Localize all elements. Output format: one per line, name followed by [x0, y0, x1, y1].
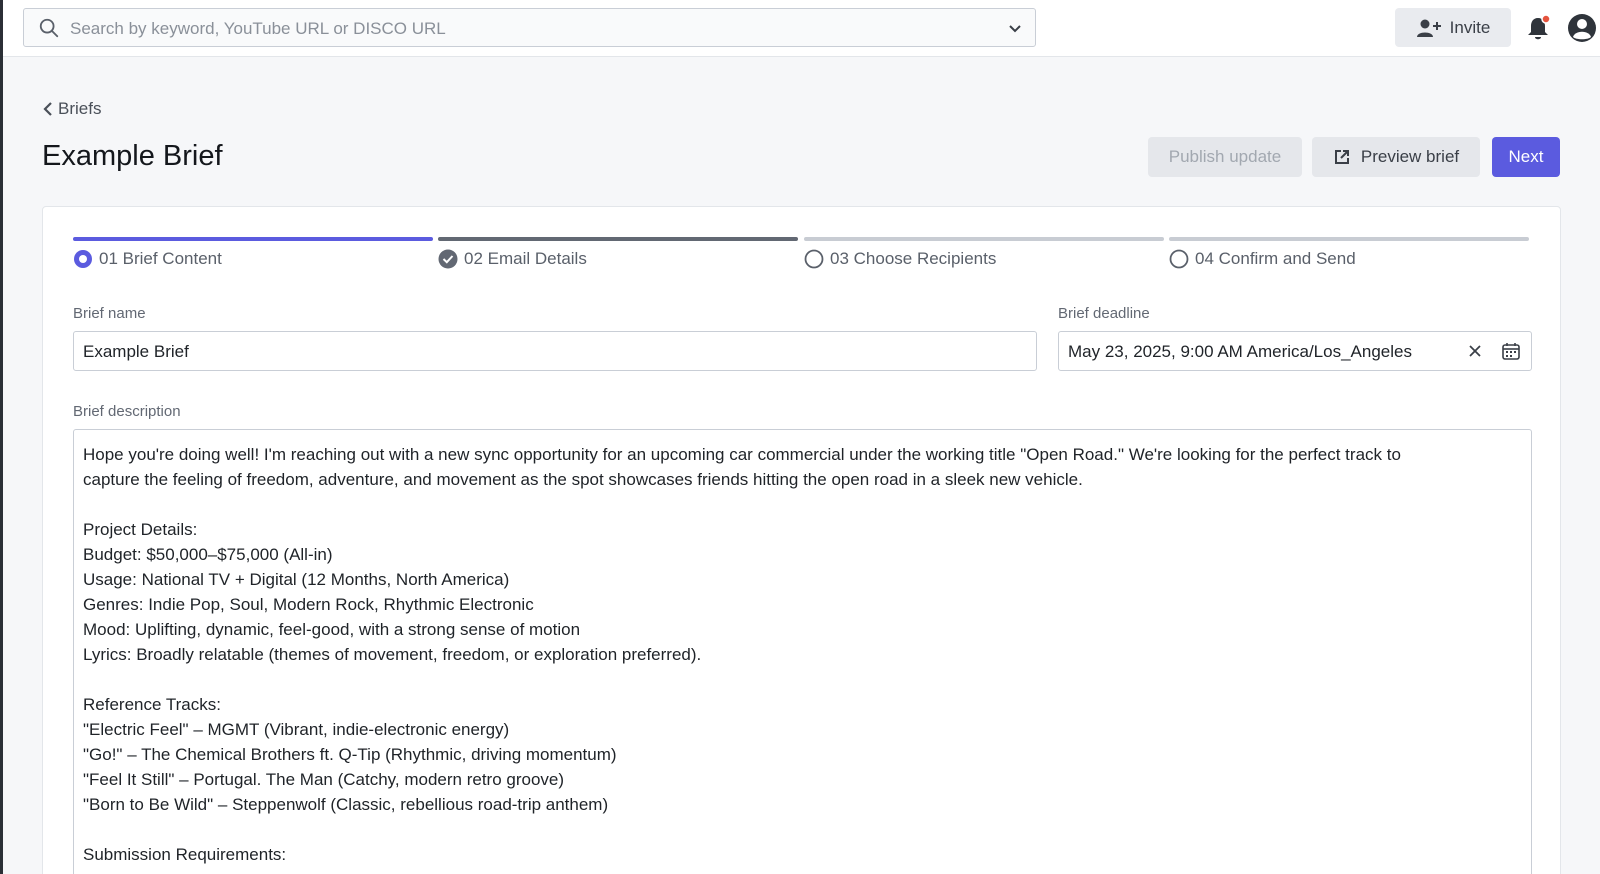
brief-form-card: 01 Brief Content 02 Email Details 03 Cho… [42, 206, 1561, 874]
external-link-icon [1334, 150, 1349, 164]
brief-name-label: Brief name [73, 305, 146, 322]
clear-icon[interactable] [1467, 343, 1483, 359]
description-line: Usage: National TV + Digital (12 Months,… [83, 570, 510, 589]
radio-empty-icon [1169, 249, 1189, 269]
description-line: "Electric Feel" – MGMT (Vibrant, indie-e… [83, 720, 510, 739]
description-line: "Born to Be Wild" – Steppenwolf (Classic… [83, 795, 609, 814]
invite-label: Invite [1449, 17, 1491, 37]
deadline-value: May 23, 2025, 9:00 AM America/Los_Angele… [1068, 342, 1412, 361]
description-line: Reference Tracks: [83, 695, 221, 714]
description-line: Genres: Indie Pop, Soul, Modern Rock, Rh… [83, 595, 534, 614]
step-label: 03 Choose Recipients [830, 249, 997, 268]
description-line [83, 492, 1522, 517]
step-progress-bar [804, 237, 1164, 241]
notification-dot [1541, 14, 1551, 24]
step-confirm-and-send[interactable]: 04 Confirm and Send [1169, 237, 1529, 269]
window-edge [0, 0, 3, 874]
radio-empty-icon [804, 249, 824, 269]
brief-deadline-field[interactable]: May 23, 2025, 9:00 AM America/Los_Angele… [1058, 331, 1532, 371]
step-choose-recipients[interactable]: 03 Choose Recipients [804, 237, 1164, 269]
description-line: "Go!" – The Chemical Brothers ft. Q-Tip … [83, 745, 617, 764]
notification-bell-icon[interactable] [1526, 14, 1552, 42]
description-line: Lyrics: Broadly relatable (themes of mov… [83, 645, 702, 664]
brief-description-label: Brief description [73, 403, 181, 420]
preview-brief-label: Preview brief [1360, 147, 1460, 166]
description-line [83, 817, 1522, 842]
description-line: capture the feeling of freedom, adventur… [83, 470, 1083, 489]
step-email-details[interactable]: 02 Email Details [438, 237, 798, 269]
stepper: 01 Brief Content 02 Email Details 03 Cho… [73, 237, 1532, 277]
step-brief-content[interactable]: 01 Brief Content [73, 237, 433, 269]
description-line: Mood: Uplifting, dynamic, feel-good, wit… [83, 620, 581, 639]
brief-deadline-label: Brief deadline [1058, 305, 1150, 322]
calendar-icon[interactable] [1501, 341, 1521, 361]
preview-brief-button[interactable]: Preview brief [1312, 137, 1480, 177]
description-line [83, 667, 1522, 692]
chevron-down-icon[interactable] [1007, 21, 1023, 37]
description-line: Submission Requirements: [83, 845, 287, 864]
step-progress-bar [73, 237, 433, 241]
breadcrumb[interactable]: Briefs [42, 99, 101, 119]
check-circle-icon [438, 249, 458, 269]
step-progress-bar [438, 237, 798, 241]
step-label: 01 Brief Content [99, 249, 222, 268]
search-input[interactable]: Search by keyword, YouTube URL or DISCO … [23, 8, 1036, 47]
brief-name-field[interactable]: Example Brief [73, 331, 1037, 371]
search-icon [39, 18, 59, 38]
step-label: 04 Confirm and Send [1195, 249, 1356, 268]
description-line: Budget: $50,000–$75,000 (All-in) [83, 545, 333, 564]
add-user-icon [1416, 19, 1441, 37]
description-line: Hope you're doing well! I'm reaching out… [83, 445, 1401, 464]
description-line: Project Details: [83, 520, 198, 539]
breadcrumb-label: Briefs [58, 99, 102, 118]
page-title: Example Brief [42, 140, 223, 172]
avatar[interactable] [1567, 13, 1597, 43]
invite-button[interactable]: Invite [1395, 8, 1511, 47]
radio-selected-icon [74, 250, 92, 268]
search-placeholder: Search by keyword, YouTube URL or DISCO … [70, 19, 446, 38]
next-button[interactable]: Next [1492, 137, 1560, 177]
step-label: 02 Email Details [464, 249, 587, 268]
step-progress-bar [1169, 237, 1529, 241]
publish-update-button[interactable]: Publish update [1148, 137, 1302, 177]
description-line: "Feel It Still" – Portugal. The Man (Cat… [83, 770, 565, 789]
top-bar: Search by keyword, YouTube URL or DISCO … [3, 0, 1600, 57]
chevron-left-icon [43, 102, 52, 116]
brief-description-textarea[interactable]: Hope you're doing well! I'm reaching out… [73, 429, 1532, 874]
